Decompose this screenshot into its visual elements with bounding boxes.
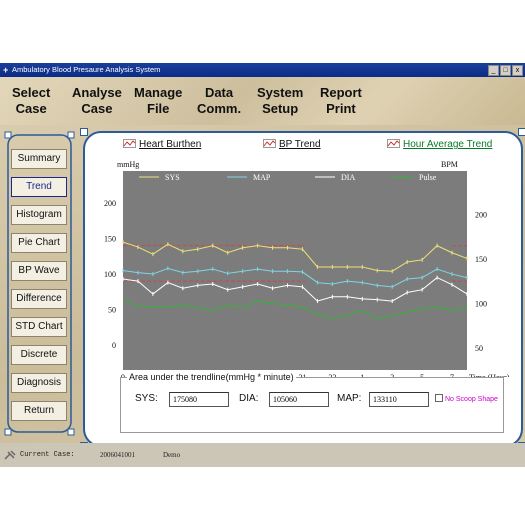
map-field[interactable]: 133110 — [369, 392, 429, 407]
chart-frame: Heart Burthen BP Trend Hour Average Tren… — [80, 128, 525, 450]
menu-label: Manage — [134, 85, 183, 100]
nav-discrete-button[interactable]: Discrete — [11, 345, 67, 365]
menu-analyse-case[interactable]: Analyse Case — [72, 85, 122, 117]
nav-difference-button[interactable]: Difference — [11, 289, 67, 309]
current-case-label: Current Case: — [20, 451, 75, 459]
legend-label: SYS — [165, 173, 180, 182]
tab-label: Heart Burthen — [139, 139, 202, 150]
menu-label: Report — [320, 85, 362, 100]
chart-tabs: Heart Burthen BP Trend Hour Average Tren… — [85, 139, 521, 155]
window-controls: _ □ x — [488, 65, 523, 76]
area-group: Area under the trendline(mmHg * minute) … — [120, 372, 504, 433]
chart-icon — [263, 139, 276, 148]
menu-label: Data — [204, 85, 234, 100]
plus-icon: + — [3, 65, 9, 75]
title-bar: + Ambulatory Blood Presaure Analysis Sys… — [0, 63, 525, 77]
menu-label: Print — [326, 101, 356, 116]
menu-label: File — [147, 101, 170, 116]
tab-hour-average-trend[interactable]: Hour Average Trend — [387, 139, 492, 150]
tab-heart-burthen[interactable]: Heart Burthen — [123, 139, 201, 150]
dia-field[interactable]: 105060 — [269, 392, 329, 407]
menu-select-case[interactable]: Select Case — [12, 85, 50, 117]
plug-icon — [4, 450, 16, 460]
nav-pie-chart-button[interactable]: Pie Chart — [11, 233, 67, 253]
content-area: Summary Trend Histogram Pie Chart BP Wav… — [0, 125, 525, 450]
window-title: Ambulatory Blood Presaure Analysis Syste… — [12, 65, 161, 74]
legend-label: MAP — [253, 173, 271, 182]
frame-corner — [80, 128, 88, 136]
nav-histogram-button[interactable]: Histogram — [11, 205, 67, 225]
menu-label: Analyse — [72, 85, 122, 100]
sys-label: SYS: — [135, 393, 158, 404]
y-right-tick-label: 200 — [475, 211, 487, 220]
y-left-tick-label: 100 — [104, 270, 116, 279]
chart-icon — [387, 139, 400, 148]
close-icon[interactable]: x — [512, 65, 523, 76]
no-scoop-shape-checkbox[interactable]: No Scoop Shape — [435, 394, 498, 403]
y-right-tick-label: 50 — [475, 344, 483, 353]
menu-label: Select — [12, 85, 51, 100]
case-id: 2006041001 — [100, 451, 135, 459]
legend-label: Pulse — [419, 173, 437, 182]
y-left-tick-label: 0 — [112, 341, 116, 350]
y-left-tick-label: 50 — [108, 306, 116, 315]
checkbox-box[interactable] — [435, 394, 443, 402]
nav-trend-button[interactable]: Trend — [11, 177, 67, 197]
trend-chart: SYSMAPDIAPulse05010015020050100150200911… — [104, 171, 510, 377]
minimize-icon[interactable]: _ — [488, 65, 499, 76]
tab-bp-trend[interactable]: BP Trend — [263, 139, 321, 150]
frame-corner — [518, 128, 525, 136]
y-left-tick-label: 150 — [104, 235, 116, 244]
menu-label: Comm. — [197, 101, 242, 116]
nav-return-button[interactable]: Return — [11, 401, 67, 421]
area-title: Area under the trendline(mmHg * minute) — [127, 372, 296, 382]
nav-bp-wave-button[interactable]: BP Wave — [11, 261, 67, 281]
sys-field[interactable]: 175080 — [169, 392, 229, 407]
y-right-tick-label: 150 — [475, 255, 487, 264]
menu-label: System — [257, 85, 304, 100]
menu-label: Case — [81, 101, 113, 116]
menu-data-comm[interactable]: Data Comm. — [197, 85, 241, 117]
main-window: + Ambulatory Blood Presaure Analysis Sys… — [0, 63, 525, 467]
tab-label: Hour Average Trend — [403, 139, 493, 150]
menu-report-print[interactable]: Report Print — [320, 85, 362, 117]
dia-label: DIA: — [239, 393, 259, 404]
menu-label: Case — [15, 101, 47, 116]
nav-summary-button[interactable]: Summary — [11, 149, 67, 169]
map-label: MAP: — [337, 393, 362, 404]
tab-label: BP Trend — [279, 139, 321, 150]
legend-label: DIA — [341, 173, 355, 182]
menu-system-setup[interactable]: System Setup — [257, 85, 303, 117]
nav-diagnosis-button[interactable]: Diagnosis — [11, 373, 67, 393]
menu-label: Setup — [262, 101, 299, 116]
chart-icon — [123, 139, 136, 148]
checkbox-label: No Scoop Shape — [445, 396, 498, 403]
menu-bar: Select Case Analyse Case Manage File Dat… — [0, 77, 525, 125]
restore-icon[interactable]: □ — [500, 65, 511, 76]
y-left-tick-label: 200 — [104, 199, 116, 208]
menu-manage-file[interactable]: Manage File — [134, 85, 182, 117]
y-right-tick-label: 100 — [475, 299, 487, 308]
left-nav-panel: Summary Trend Histogram Pie Chart BP Wav… — [4, 131, 75, 436]
nav-std-chart-button[interactable]: STD Chart — [11, 317, 67, 337]
case-name: Demo — [163, 451, 181, 459]
status-bar: Current Case: 2006041001 Demo — [0, 443, 525, 467]
